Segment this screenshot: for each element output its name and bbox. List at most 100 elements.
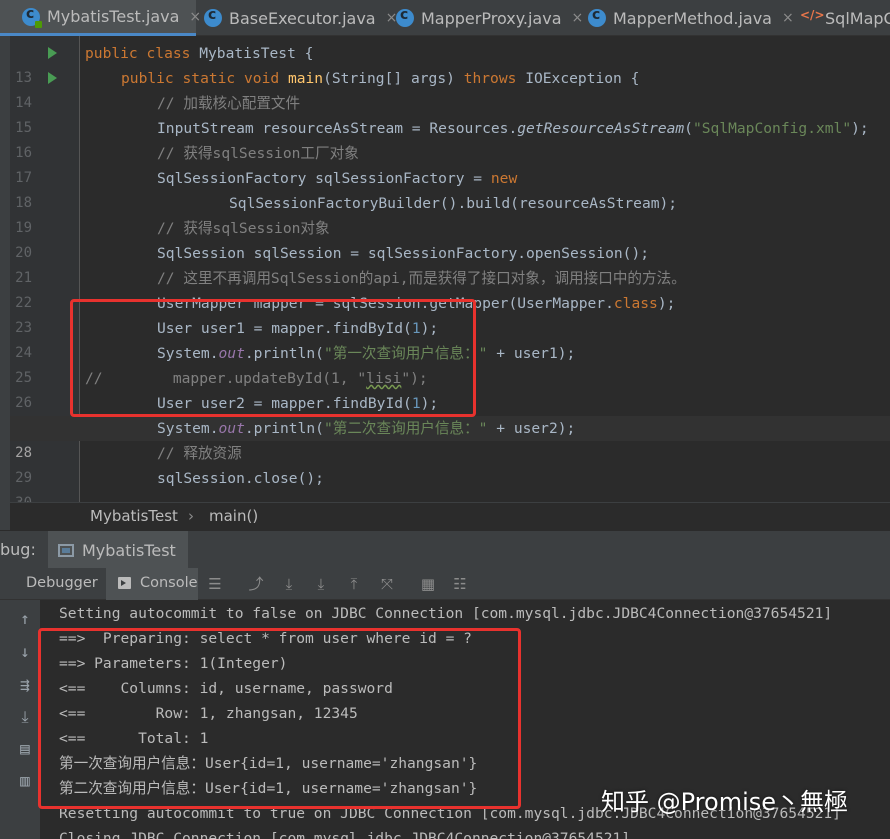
tab-label: MapperMethod.java (613, 8, 772, 28)
tab-label: MapperProxy.java (421, 8, 562, 28)
code-line-current: 28 System.out.println("第二次查询用户信息：" + use… (10, 416, 890, 461)
code-token: throws (463, 70, 517, 87)
code-comment: // 获得sqlSession对象 (157, 220, 330, 237)
code-string: "SqlMapConfig.xml" (692, 120, 852, 137)
print-icon[interactable]: ▤ (16, 740, 34, 758)
java-class-icon (204, 7, 222, 27)
code-token: User user2 = mapper.findById( (157, 395, 412, 412)
arrow-down-icon[interactable]: ↓ (16, 643, 34, 661)
tab-mapperproxy[interactable]: MapperProxy.java × (388, 0, 583, 36)
step-into-icon[interactable]: ⤓ (313, 576, 329, 592)
step-over-icon[interactable]: ⤓ (281, 576, 297, 592)
code-token: + user1); (487, 345, 576, 362)
tab-label: BaseExecutor.java (229, 8, 376, 28)
code-token: ); (657, 295, 676, 312)
trash-icon[interactable]: ▥ (16, 772, 34, 790)
code-line: 18 SqlSessionFactory sqlSessionFactory =… (10, 166, 890, 211)
step-out-icon[interactable]: ⤒ (346, 576, 362, 592)
code-token: ); (420, 395, 439, 412)
evaluate-expression-icon[interactable]: ▦ (420, 576, 436, 592)
code-token: class (613, 295, 658, 312)
show-execution-point-icon[interactable]: ⤴ (248, 576, 264, 592)
menu-icon[interactable]: ☰ (207, 576, 223, 592)
code-number: 1 (411, 395, 421, 412)
debug-config-label: MybatisTest (82, 540, 176, 560)
code-token: System. (157, 345, 219, 362)
java-class-icon (588, 7, 606, 27)
code-line: 23 UserMapper mapper = sqlSession.getMap… (10, 291, 890, 336)
console-line: 第二次查询用户信息：User{id=1, username='zhangsan'… (59, 780, 478, 797)
xml-file-icon (800, 8, 825, 27)
code-string: "第二次查询用户信息：" (323, 420, 488, 437)
tab-mappermethod[interactable]: MapperMethod.java × (580, 0, 794, 36)
run-gutter-icon[interactable] (48, 47, 57, 59)
code-token: System. (157, 420, 219, 437)
code-comment: // mapper.updateById(1, " (85, 370, 367, 387)
tab-baseexecutor[interactable]: BaseExecutor.java × (196, 0, 397, 36)
code-line: 16 InputStream resourceAsStream = Resour… (10, 116, 890, 161)
console-line: Setting autocommit to false on JDBC Conn… (59, 605, 833, 622)
tab-mybatistest[interactable]: MybatisTest.java × (0, 0, 201, 36)
console-line: <== Row: 1, zhangsan, 12345 (59, 705, 358, 722)
code-line: 14 public static void main(String[] args… (10, 66, 890, 111)
code-number: 1 (411, 320, 421, 337)
code-line: 15 // 加载核心配置文件 (10, 91, 890, 136)
debug-config-tab[interactable]: MybatisTest (48, 531, 188, 569)
console-line: 第一次查询用户信息：User{id=1, username='zhangsan'… (59, 755, 478, 772)
code-editor[interactable]: 13 public class MybatisTest { 14 public … (10, 36, 890, 502)
code-token: new (490, 170, 518, 187)
run-gutter-icon[interactable] (48, 72, 57, 84)
java-class-icon (396, 7, 414, 27)
debug-tool-window-header: bug: MybatisTest (0, 530, 890, 569)
run-to-cursor-icon[interactable]: ⤧ (379, 576, 395, 592)
console-icon (118, 577, 131, 589)
scroll-to-end-icon[interactable]: ⤓ (16, 708, 34, 726)
code-token: InputStream resourceAsStream = Resources… (157, 120, 518, 137)
code-field: out (218, 345, 245, 362)
line-number: 30 (10, 491, 32, 502)
code-line: 27 User user2 = mapper.findById(1); (10, 391, 890, 436)
tab-console[interactable]: Console (106, 568, 198, 600)
debug-toolbar: Debugger Console ☰ ⤴ ⤓ ⤓ ⤒ ⤧ ▦ ☷ (0, 568, 890, 600)
breadcrumb-method[interactable]: main() (209, 507, 258, 525)
code-token: ( (684, 120, 693, 137)
debug-title: bug: (0, 540, 36, 559)
java-class-icon (22, 6, 42, 28)
code-line: 24 User user1 = mapper.findById(1); (10, 316, 890, 361)
tab-debugger[interactable]: Debugger (26, 575, 98, 591)
code-line: 19 SqlSessionFactoryBuilder().build(reso… (10, 191, 890, 236)
code-token: SqlSessionFactory sqlSessionFactory = (157, 170, 491, 187)
code-token: SqlSessionFactoryBuilder().build(resourc… (229, 195, 678, 212)
code-token: IOException { (516, 70, 640, 87)
code-token: ); (420, 320, 439, 337)
code-comment: lisi (366, 370, 402, 387)
code-line: 26 // mapper.updateById(1, "lisi"); (10, 366, 890, 411)
console-line: <== Columns: id, username, password (59, 680, 393, 697)
tab-label: MybatisTest.java (47, 7, 180, 26)
tab-sqlmapconfig[interactable]: SqlMapC (790, 0, 890, 36)
console-line: <== Total: 1 (59, 730, 209, 747)
code-token: .println( (244, 420, 324, 437)
code-line: 25 System.out.println("第一次查询用户信息：" + use… (10, 341, 890, 386)
code-token: ); (851, 120, 869, 137)
arrow-up-icon[interactable]: ↑ (16, 610, 34, 628)
console-side-toolbar: ↑ ↓ ⇶ ⤓ ▤ ▥ (0, 600, 40, 839)
code-token: public class (85, 45, 191, 62)
code-token: .println( (244, 345, 324, 362)
code-comment: // 这里不再调用SqlSession的api,而是获得了接口对象，调用接口中的… (157, 270, 686, 287)
breadcrumb-separator: › (188, 507, 194, 525)
code-line: 20 // 获得sqlSession对象 (10, 216, 890, 261)
code-token: SqlSession sqlSession = sqlSessionFactor… (157, 245, 650, 262)
trace-icon[interactable]: ☷ (452, 576, 468, 592)
code-token: (String[] args) (323, 70, 464, 87)
code-token: + user2); (487, 420, 576, 437)
code-field: out (218, 420, 245, 437)
tab-console-label: Console (140, 575, 198, 591)
watermark: 知乎 @Promise丶無極 (601, 788, 849, 816)
code-line: 17 // 获得sqlSession工厂对象 (10, 141, 890, 186)
breadcrumb-class[interactable]: MybatisTest (90, 507, 178, 525)
soft-wrap-icon[interactable]: ⇶ (16, 676, 34, 694)
code-token: main (279, 70, 324, 87)
console-line: ==> Preparing: select * from user where … (59, 630, 472, 647)
editor-tab-bar: MybatisTest.java × BaseExecutor.java × M… (0, 0, 890, 36)
